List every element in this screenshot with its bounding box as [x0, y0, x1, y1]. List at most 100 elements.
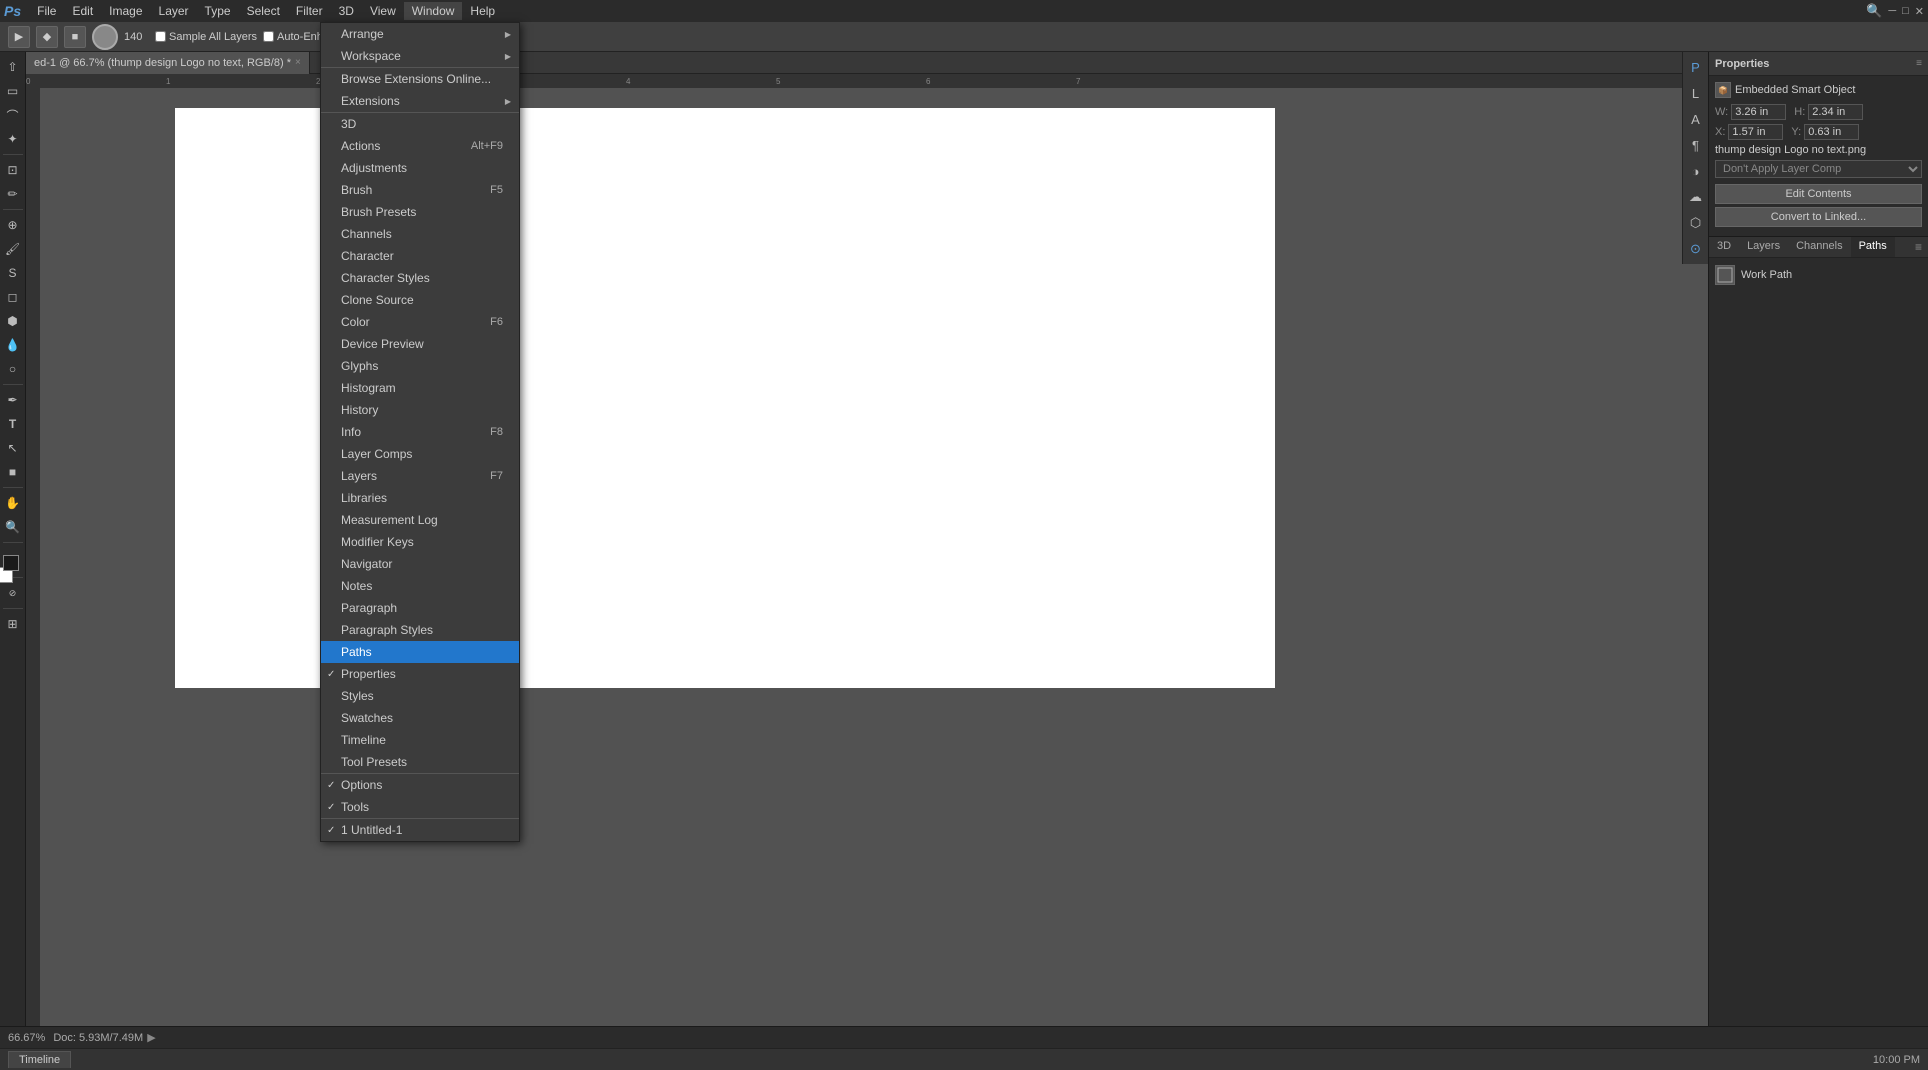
menu-item-layer-comps[interactable]: Layer Comps: [321, 443, 519, 465]
menu-item-channels[interactable]: Channels: [321, 223, 519, 245]
timeline-tab[interactable]: Timeline: [8, 1051, 71, 1068]
tool-shape[interactable]: ■: [2, 461, 24, 483]
brush-preview[interactable]: [92, 24, 118, 50]
tool-screen-mode[interactable]: ⊞: [2, 613, 24, 635]
canvas-inner[interactable]: [40, 88, 1708, 1026]
y-input[interactable]: [1804, 124, 1859, 140]
tool-move[interactable]: ⇧: [2, 56, 24, 78]
menu-item-paragraph-styles[interactable]: Paragraph Styles: [321, 619, 519, 641]
menu-3d[interactable]: 3D: [331, 2, 362, 20]
tool-magic-wand[interactable]: ✦: [2, 128, 24, 150]
tool-eraser[interactable]: ◻: [2, 286, 24, 308]
tool-blur[interactable]: 💧: [2, 334, 24, 356]
menu-view[interactable]: View: [362, 2, 404, 20]
menu-select[interactable]: Select: [239, 2, 288, 20]
menu-item-character[interactable]: Character: [321, 245, 519, 267]
close-icon[interactable]: ✕: [1915, 5, 1924, 18]
menu-edit[interactable]: Edit: [64, 2, 101, 20]
menu-image[interactable]: Image: [101, 2, 150, 20]
menu-item-tools[interactable]: ✓ Tools: [321, 796, 519, 818]
sample-all-layers-checkbox[interactable]: [155, 31, 166, 42]
edit-contents-btn[interactable]: Edit Contents: [1715, 184, 1922, 204]
menu-item-extensions[interactable]: Extensions: [321, 90, 519, 112]
menu-item-history[interactable]: History: [321, 399, 519, 421]
menu-item-swatches[interactable]: Swatches: [321, 707, 519, 729]
menu-item-actions[interactable]: Actions Alt+F9: [321, 135, 519, 157]
tab-layers[interactable]: Layers: [1739, 237, 1788, 257]
tool-text[interactable]: T: [2, 413, 24, 435]
tool-quick-mask[interactable]: ⊘: [2, 582, 24, 604]
menu-item-3d[interactable]: 3D: [321, 113, 519, 135]
restore-icon[interactable]: □: [1902, 5, 1909, 17]
tool-select-rect[interactable]: ▭: [2, 80, 24, 102]
foreground-color-swatch[interactable]: [3, 555, 19, 571]
menu-item-navigator[interactable]: Navigator: [321, 553, 519, 575]
menu-item-character-styles[interactable]: Character Styles: [321, 267, 519, 289]
auto-enhance-checkbox[interactable]: [263, 31, 274, 42]
menu-item-paragraph[interactable]: Paragraph: [321, 597, 519, 619]
menu-layer[interactable]: Layer: [151, 2, 197, 20]
tool-paint-bucket[interactable]: ⬢: [2, 310, 24, 332]
menu-item-clone-source[interactable]: Clone Source: [321, 289, 519, 311]
tool-pen[interactable]: ✒: [2, 389, 24, 411]
tool-clone-stamp[interactable]: S: [2, 262, 24, 284]
document-tab[interactable]: ed-1 @ 66.7% (thump design Logo no text,…: [26, 52, 310, 74]
paths-item-work-path[interactable]: Work Path: [1709, 262, 1928, 288]
minimize-icon[interactable]: ─: [1888, 5, 1896, 17]
status-arrow-btn[interactable]: ▶: [147, 1031, 155, 1044]
menu-item-notes[interactable]: Notes: [321, 575, 519, 597]
properties-menu-btn[interactable]: ≡: [1916, 58, 1922, 69]
tool-dodge[interactable]: ○: [2, 358, 24, 380]
color-toggle-btn[interactable]: ◑: [1685, 160, 1707, 182]
menu-item-layers[interactable]: Layers F7: [321, 465, 519, 487]
menu-item-brush[interactable]: Brush F5: [321, 179, 519, 201]
tool-history-brush[interactable]: ▶: [8, 26, 30, 48]
menu-item-workspace[interactable]: Workspace: [321, 45, 519, 67]
menu-item-measurement-log[interactable]: Measurement Log: [321, 509, 519, 531]
tool-brush[interactable]: 🖌: [2, 238, 24, 260]
height-input[interactable]: [1808, 104, 1863, 120]
menu-item-modifier-keys[interactable]: Modifier Keys: [321, 531, 519, 553]
menu-type[interactable]: Type: [197, 2, 239, 20]
menu-item-untitled-1[interactable]: ✓ 1 Untitled-1: [321, 819, 519, 841]
menu-item-arrange[interactable]: Arrange: [321, 23, 519, 45]
menu-item-device-preview[interactable]: Device Preview: [321, 333, 519, 355]
tool-lasso[interactable]: ⌒: [2, 104, 24, 126]
sample-all-layers-label[interactable]: Sample All Layers: [155, 31, 257, 43]
tool-eyedropper[interactable]: ✏: [2, 183, 24, 205]
search-icon[interactable]: 🔍: [1866, 3, 1882, 19]
libraries-toggle-btn[interactable]: ☁: [1685, 186, 1707, 208]
menu-item-properties[interactable]: ✓ Properties: [321, 663, 519, 685]
tab-close-btn[interactable]: ×: [295, 57, 301, 68]
x-input[interactable]: [1728, 124, 1783, 140]
layer-comp-select[interactable]: Don't Apply Layer Comp: [1715, 160, 1922, 178]
menu-window[interactable]: Window: [404, 2, 463, 20]
menu-item-options[interactable]: ✓ Options: [321, 774, 519, 796]
convert-linked-btn[interactable]: Convert to Linked...: [1715, 207, 1922, 227]
type-toggle-btn[interactable]: A: [1685, 108, 1707, 130]
tab-channels[interactable]: Channels: [1788, 237, 1850, 257]
menu-help[interactable]: Help: [462, 2, 503, 20]
tool-brush-alt2[interactable]: ■: [64, 26, 86, 48]
menu-item-brush-presets[interactable]: Brush Presets: [321, 201, 519, 223]
paths-toggle-btn[interactable]: ⊙: [1685, 238, 1707, 260]
tool-brush-alt1[interactable]: ◆: [36, 26, 58, 48]
layers-toggle-btn[interactable]: L: [1685, 82, 1707, 104]
tool-zoom[interactable]: 🔍: [2, 516, 24, 538]
paths-panel-menu-btn[interactable]: ≡: [1909, 237, 1928, 257]
menu-item-info[interactable]: Info F8: [321, 421, 519, 443]
menu-item-styles[interactable]: Styles: [321, 685, 519, 707]
tool-crop[interactable]: ⊡: [2, 159, 24, 181]
menu-filter[interactable]: Filter: [288, 2, 331, 20]
width-input[interactable]: [1731, 104, 1786, 120]
menu-item-color[interactable]: Color F6: [321, 311, 519, 333]
tool-healing[interactable]: ⊕: [2, 214, 24, 236]
menu-item-libraries[interactable]: Libraries: [321, 487, 519, 509]
menu-file[interactable]: File: [29, 2, 64, 20]
menu-item-tool-presets[interactable]: Tool Presets: [321, 751, 519, 773]
tab-3d[interactable]: 3D: [1709, 237, 1739, 257]
menu-item-timeline[interactable]: Timeline: [321, 729, 519, 751]
menu-item-browse-extensions[interactable]: Browse Extensions Online...: [321, 68, 519, 90]
paragraph-toggle-btn[interactable]: ¶: [1685, 134, 1707, 156]
tool-hand[interactable]: ✋: [2, 492, 24, 514]
